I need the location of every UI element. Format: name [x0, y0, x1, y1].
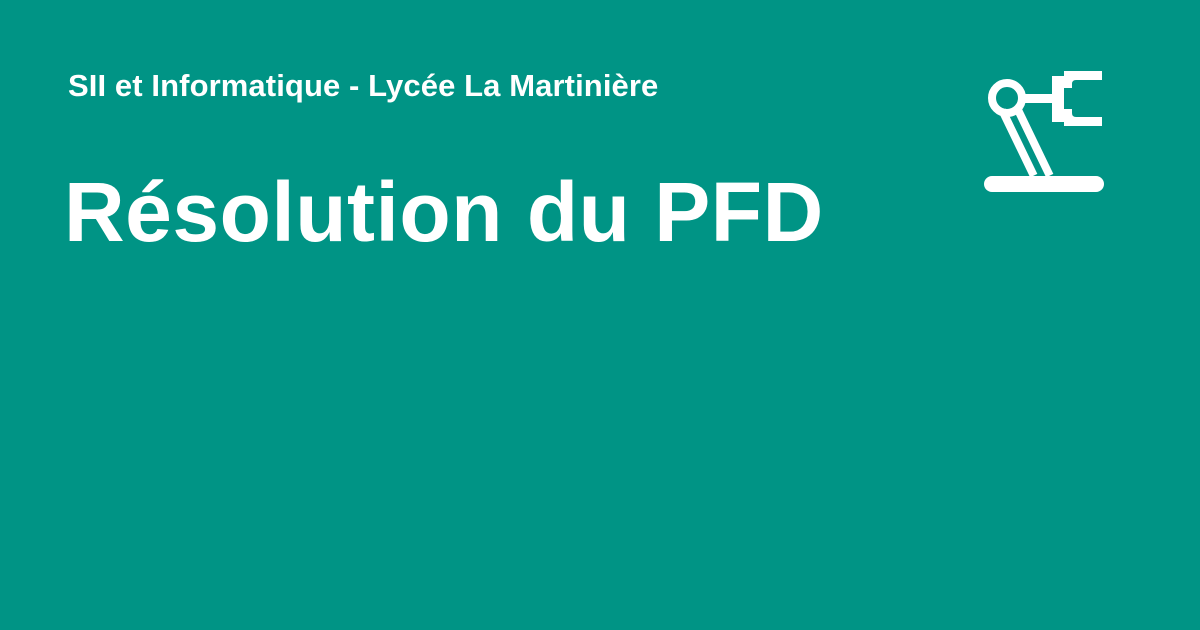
page-title: Résolution du PFD	[64, 165, 824, 259]
site-name: SII et Informatique - Lycée La Martinièr…	[68, 68, 659, 103]
social-card: SII et Informatique - Lycée La Martinièr…	[0, 0, 1200, 630]
robot-arm-icon	[980, 64, 1108, 196]
